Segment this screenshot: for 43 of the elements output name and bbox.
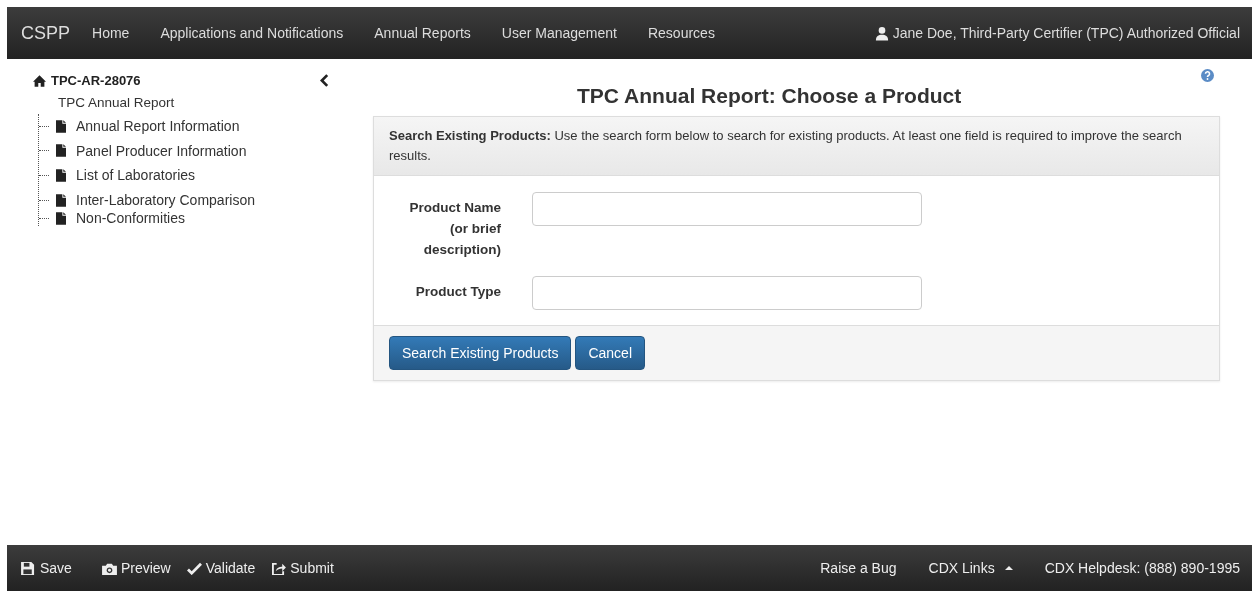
footer-validate-link[interactable]: Validate (186, 560, 256, 576)
user-menu[interactable]: Jane Doe, Third-Party Certifier (TPC) Authorized Official (874, 25, 1240, 41)
document-icon (56, 119, 66, 133)
caret-icon (1004, 566, 1013, 570)
nav-link[interactable]: Resources (647, 25, 715, 41)
tree-item[interactable]: Non-Conformities (56, 210, 185, 227)
input-field[interactable] (532, 276, 922, 310)
page-title: TPC Annual Report: Choose a Product (577, 84, 962, 108)
checkmark-icon (186, 561, 202, 575)
nav-link[interactable]: Annual Reports (374, 25, 471, 41)
footer-preview-link[interactable]: Preview (101, 560, 171, 576)
cancel-button[interactable]: Cancel (575, 336, 645, 370)
nav-link[interactable]: Applications and Notifications (160, 25, 344, 41)
search-button[interactable]: Search Existing Products (389, 336, 572, 370)
links-dropdown[interactable]: CDX Links (928, 560, 1013, 576)
tree-item[interactable]: Annual Report Information (56, 118, 240, 135)
help-icon[interactable] (1201, 69, 1214, 82)
document-icon (56, 144, 66, 158)
home-icon (33, 74, 46, 87)
document-icon (56, 169, 66, 182)
collapse-icon[interactable] (320, 74, 329, 87)
field-label: Product Type (414, 283, 501, 301)
input-field[interactable] (532, 192, 922, 226)
footer-save-link[interactable]: Save (21, 560, 72, 576)
field-label: Product Name (or brief description) (408, 199, 501, 259)
footer-submit-link[interactable]: Submit (271, 560, 334, 576)
camera-icon (101, 561, 117, 575)
tree-root-label: TPC Annual Report (58, 95, 175, 110)
brand-link[interactable]: CSPP (21, 22, 71, 44)
bug-report-link[interactable]: Raise a Bug (820, 560, 897, 576)
share-icon (271, 561, 287, 575)
tree-item[interactable]: Panel Producer Information (56, 142, 247, 159)
save-icon (21, 561, 36, 575)
helpdesk-text: CDX Helpdesk: (888) 890-1995 (1044, 560, 1240, 576)
nav-link[interactable]: Home (92, 25, 130, 41)
document-icon (56, 193, 66, 207)
help-text: Search Existing Products: Use the search form below to search for existing products. At least one field is required to improve the search results. (389, 127, 1183, 165)
document-icon (56, 211, 66, 225)
tree-item[interactable]: Inter-Laboratory Comparison (56, 192, 255, 209)
nav-link[interactable]: User Management (501, 25, 617, 41)
tree-item[interactable]: List of Laboratories (56, 167, 196, 184)
user-icon (874, 25, 889, 41)
report-link[interactable]: TPC-AR-28076 (33, 73, 141, 88)
